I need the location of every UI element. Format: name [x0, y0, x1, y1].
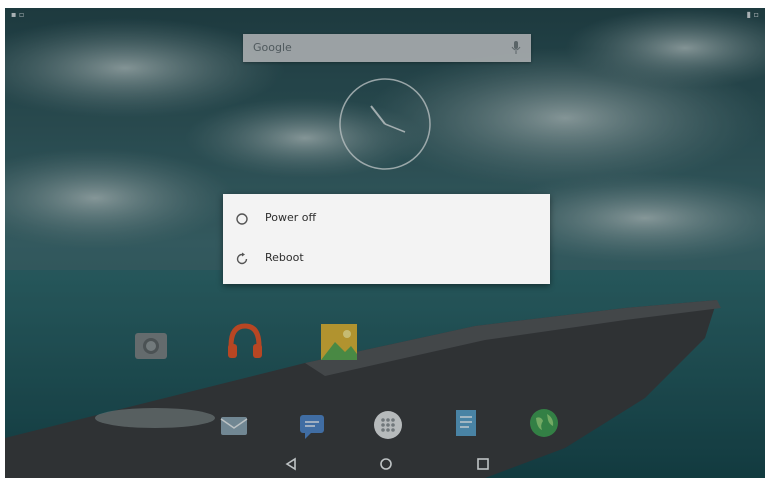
power-menu-dialog: Power off Reboot: [223, 194, 550, 284]
reboot-option[interactable]: Reboot: [223, 239, 550, 279]
power-off-option[interactable]: Power off: [223, 199, 550, 239]
reboot-icon: [236, 252, 248, 265]
reboot-label: Reboot: [265, 251, 304, 264]
power-off-label: Power off: [265, 211, 317, 224]
power-icon: [236, 213, 248, 225]
tablet-screen: ▪ ▫ ▮ ▫ Google Power off Reboot: [5, 8, 765, 478]
